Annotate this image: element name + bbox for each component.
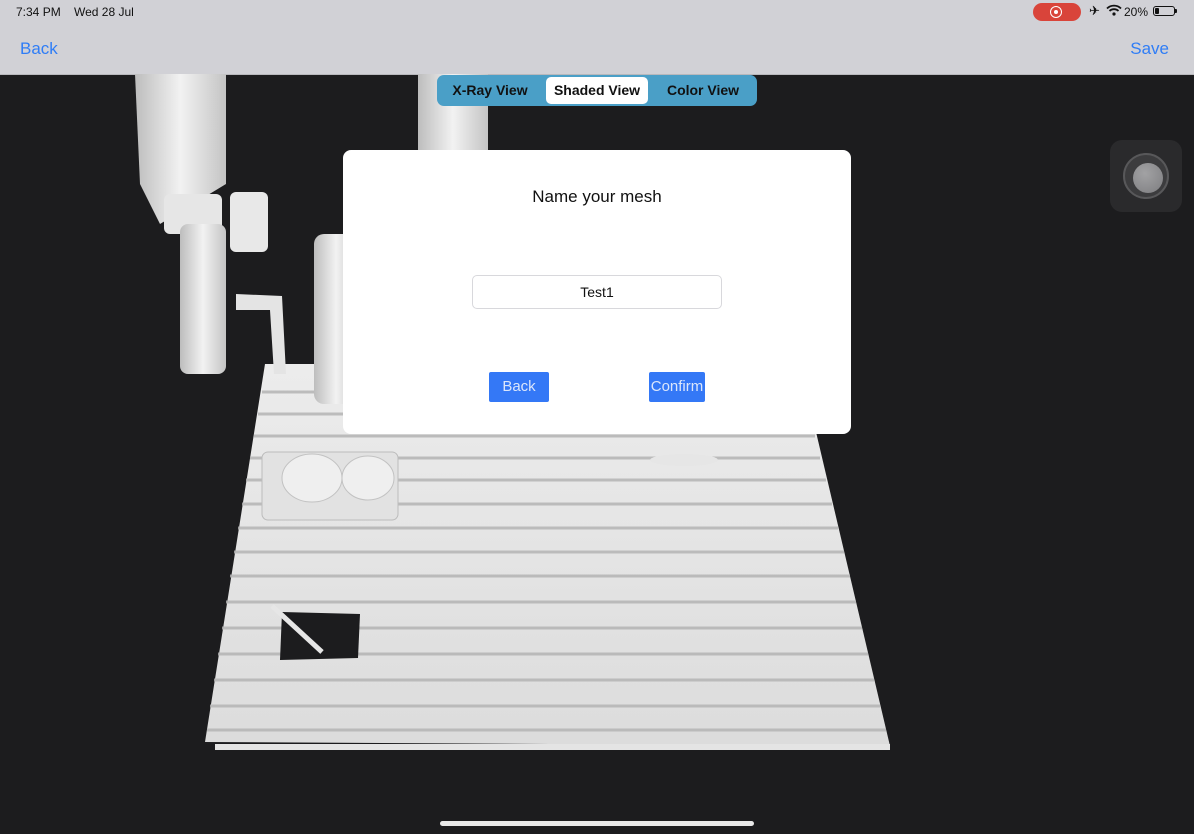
status-bar: 7:34 PM Wed 28 Jul ✈ 20%	[0, 0, 1194, 24]
dialog-title: Name your mesh	[532, 187, 662, 206]
confirm-button[interactable]: Confirm	[649, 372, 705, 402]
back-button[interactable]: Back	[20, 39, 58, 59]
battery-percent: 20%	[1124, 5, 1149, 19]
name-mesh-dialog: Name your mesh Back Confirm	[343, 150, 851, 434]
shaded-view-tab[interactable]: Shaded View	[546, 77, 648, 104]
xray-view-tab[interactable]: X-Ray View	[439, 77, 541, 104]
battery-icon	[1153, 6, 1177, 16]
capture-button[interactable]	[1110, 140, 1182, 212]
wifi-icon	[1106, 4, 1122, 19]
save-button[interactable]: Save	[1130, 39, 1169, 59]
home-indicator	[440, 821, 754, 826]
nav-bar: Back Save	[0, 24, 1194, 75]
color-view-tab[interactable]: Color View	[651, 77, 755, 104]
mesh-name-input[interactable]	[472, 275, 722, 309]
status-date: Wed 28 Jul	[74, 5, 134, 19]
status-time: 7:34 PM	[16, 5, 61, 19]
view-mode-segmented-control: X-Ray View Shaded View Color View	[437, 75, 757, 106]
airplane-icon: ✈	[1089, 3, 1100, 18]
capture-icon	[1123, 153, 1169, 199]
screen-record-icon[interactable]	[1033, 3, 1081, 21]
dialog-back-button[interactable]: Back	[489, 372, 549, 402]
